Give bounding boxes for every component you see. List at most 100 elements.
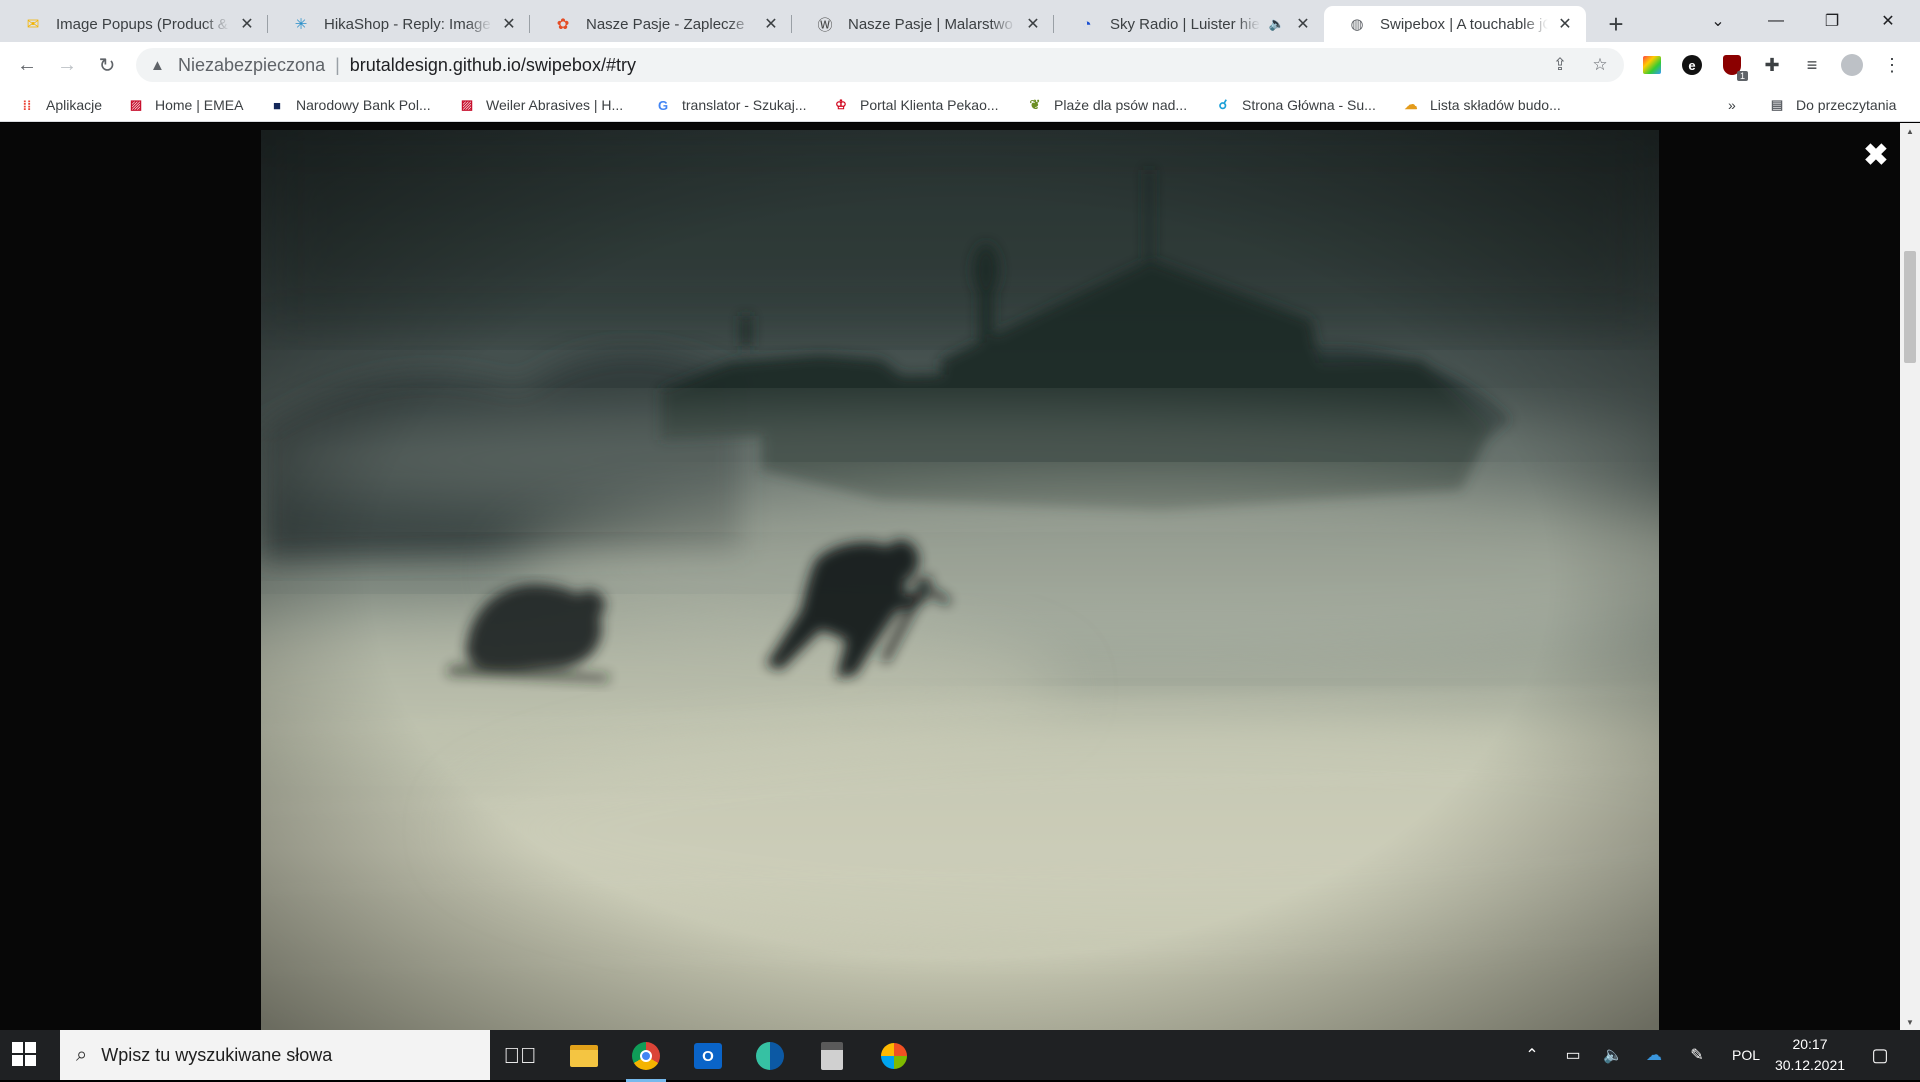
windows-start-icon[interactable] (12, 1042, 36, 1066)
extensions-puzzle-icon[interactable]: ✚ (1760, 53, 1784, 77)
sky-radio-icon: ◔ (1082, 15, 1092, 33)
tab-sky-radio[interactable]: ◔ Sky Radio | Luister hier 🔈 ✕ (1054, 6, 1324, 42)
task-view-icon[interactable]: ▯⃦ (494, 1036, 546, 1076)
bookmarks-bar: ⁞⁞ Aplikacje ▨ Home | EMEA ■ Narodowy Ba… (0, 88, 1920, 122)
bookmark-nbp[interactable]: ■ Narodowy Bank Pol... (268, 94, 431, 116)
swipebox-overlay: ✖ (0, 123, 1920, 1030)
joomla-icon: ✿ (556, 16, 570, 33)
battery-icon[interactable]: ▭ (1560, 1043, 1586, 1067)
paint-icon[interactable] (868, 1036, 920, 1076)
bookmark-strona-glowna[interactable]: ☌ Strona Główna - Su... (1214, 94, 1376, 116)
forward-button[interactable]: → (52, 50, 82, 80)
calculator-icon[interactable] (806, 1036, 858, 1076)
tab-close-icon[interactable]: ✕ (238, 15, 256, 33)
bookmark-label: Home | EMEA (155, 97, 244, 113)
tab-nasze-pasje-zaplecze[interactable]: ✿ Nasze Pasje - Zaplecze ✕ (530, 6, 792, 42)
more-bookmarks-chevron-icon[interactable]: » (1728, 94, 1736, 116)
dog-beach-icon: ❦ (1029, 97, 1041, 112)
file-explorer-icon[interactable] (558, 1036, 610, 1076)
bookmark-label: Plaże dla psów nad... (1054, 97, 1188, 113)
bookmark-emea-icon: ▨ (129, 97, 143, 112)
address-bar[interactable]: ▲ Niezabezpieczona | brutaldesign.github… (136, 48, 1624, 82)
bookmark-pekao[interactable]: ♔ Portal Klienta Pekao... (832, 94, 998, 116)
chrome-taskbar-icon[interactable] (620, 1036, 672, 1082)
tab-close-icon[interactable]: ✕ (500, 15, 518, 33)
tab-strip: ✉ Image Popups (Product & C ✕ ✳ HikaShop… (0, 0, 1920, 42)
tab-swipebox[interactable]: ◍ Swipebox | A touchable jQu ✕ (1324, 6, 1586, 42)
reading-list-label: Do przeczytania (1796, 97, 1897, 113)
warning-icon[interactable]: ▲ (150, 57, 168, 74)
bookmark-label: translator - Szukaj... (682, 97, 807, 113)
tab-close-icon[interactable]: ✕ (762, 15, 780, 33)
search-icon: ⌕ (76, 1043, 88, 1066)
new-tab-button[interactable]: + (1598, 6, 1634, 42)
page-scrollbar[interactable]: ▲ ▼ (1900, 123, 1920, 1030)
back-button[interactable]: ← (12, 50, 42, 80)
tab-title: Nasze Pasje | Malarstwo i R (848, 15, 1016, 33)
minimize-button[interactable]: — (1748, 0, 1804, 42)
pen-workspace-icon[interactable]: ✎ (1684, 1043, 1710, 1067)
tab-hikashop[interactable]: ✳ HikaShop - Reply: Image Po ✕ (268, 6, 530, 42)
strona-icon: ☌ (1218, 97, 1228, 112)
ublock-icon[interactable]: 1 (1720, 53, 1748, 81)
scroll-down-arrow-icon[interactable]: ▼ (1900, 1014, 1920, 1030)
tab-search-chevron-icon[interactable]: ⌄ (1690, 0, 1746, 42)
windows-taskbar: ⌕ Wpisz tu wyszukiwane słowa ▯⃦ O ⌃ ▭ 🔈 … (0, 1030, 1920, 1082)
bookmark-label: Narodowy Bank Pol... (296, 97, 431, 113)
url-text[interactable]: brutaldesign.github.io/swipebox/#try (350, 55, 636, 76)
security-label[interactable]: Niezabezpieczona (178, 55, 325, 76)
address-divider: | (335, 54, 340, 75)
reload-button[interactable]: ↻ (92, 50, 122, 80)
tab-image-popups[interactable]: ✉ Image Popups (Product & C ✕ (0, 6, 268, 42)
show-hidden-icons-chevron-icon[interactable]: ⌃ (1520, 1043, 1544, 1067)
reading-list-icon: ▤ (1770, 97, 1784, 112)
bookmark-star-icon[interactable]: ☆ (1590, 55, 1610, 75)
tab-close-icon[interactable]: ✕ (1024, 15, 1042, 33)
onedrive-cloud-icon[interactable]: ☁ (1640, 1043, 1668, 1067)
media-control-icon[interactable]: ≡ (1800, 53, 1824, 77)
bookmark-label: Lista składów budo... (1430, 97, 1561, 113)
chrome-menu-icon[interactable]: ⋮ (1880, 53, 1904, 77)
tab-close-icon[interactable]: ✕ (1294, 15, 1312, 33)
scroll-up-arrow-icon[interactable]: ▲ (1900, 123, 1920, 139)
clock-date: 30.12.2021 (1774, 1057, 1846, 1073)
bookmark-home-emea[interactable]: ▨ Home | EMEA (127, 94, 244, 116)
lista-icon: ☁ (1404, 97, 1418, 112)
reading-list-button[interactable]: ▤ Do przeczytania (1768, 94, 1897, 116)
profile-avatar-icon[interactable] (1840, 53, 1864, 77)
nbp-icon: ■ (273, 97, 281, 113)
notification-center-icon[interactable]: ▢ (1866, 1043, 1894, 1067)
tab-close-icon[interactable]: ✕ (1556, 15, 1574, 33)
wordpress-icon: Ⓦ (817, 16, 833, 34)
scrollbar-thumb[interactable] (1904, 251, 1916, 363)
bookmark-label: Aplikacje (46, 97, 103, 113)
tab-title: Nasze Pasje - Zaplecze (586, 15, 745, 33)
tab-title: Swipebox | A touchable jQu (1380, 15, 1548, 33)
globe-icon: ◍ (1350, 16, 1364, 33)
bookmark-weiler[interactable]: ▨ Weiler Abrasives | H... (458, 94, 623, 116)
color-extension-icon[interactable] (1640, 53, 1664, 77)
close-window-button[interactable]: ✕ (1860, 0, 1916, 42)
system-clock[interactable]: 20:17 30.12.2021 (1760, 1034, 1860, 1076)
hikashop-icon: ✳ (294, 16, 308, 33)
edge-icon[interactable] (744, 1036, 796, 1076)
lightbox-close-button[interactable]: ✖ (1862, 139, 1890, 172)
bookmark-lista-skladow[interactable]: ☁ Lista składów budo... (1402, 94, 1561, 116)
bookmark-plaze[interactable]: ❦ Plaże dla psów nad... (1026, 94, 1188, 116)
lightbox-photo[interactable] (261, 130, 1659, 1030)
tab-nasze-pasje-malarstwo[interactable]: Ⓦ Nasze Pasje | Malarstwo i R ✕ (792, 6, 1054, 42)
search-placeholder: Wpisz tu wyszukiwane słowa (101, 1044, 333, 1065)
taskbar-search-box[interactable]: ⌕ Wpisz tu wyszukiwane słowa (60, 1030, 490, 1080)
bookmark-aplikacje[interactable]: ⁞⁞ Aplikacje (18, 94, 102, 116)
bookmark-label: Weiler Abrasives | H... (486, 97, 624, 113)
pekao-icon: ♔ (835, 97, 847, 112)
speaker-icon[interactable]: 🔈 (1268, 15, 1286, 33)
volume-icon[interactable]: 🔈 (1600, 1043, 1626, 1067)
maximize-button[interactable]: ❐ (1804, 0, 1860, 42)
extension-e-icon[interactable]: e (1680, 53, 1704, 77)
apps-grid-icon: ⁞⁞ (22, 97, 32, 113)
bookmark-translator[interactable]: G translator - Szukaj... (654, 94, 807, 116)
share-icon[interactable]: ⇪ (1550, 55, 1570, 75)
weiler-icon: ▨ (460, 97, 474, 112)
outlook-icon[interactable]: O (682, 1036, 734, 1076)
